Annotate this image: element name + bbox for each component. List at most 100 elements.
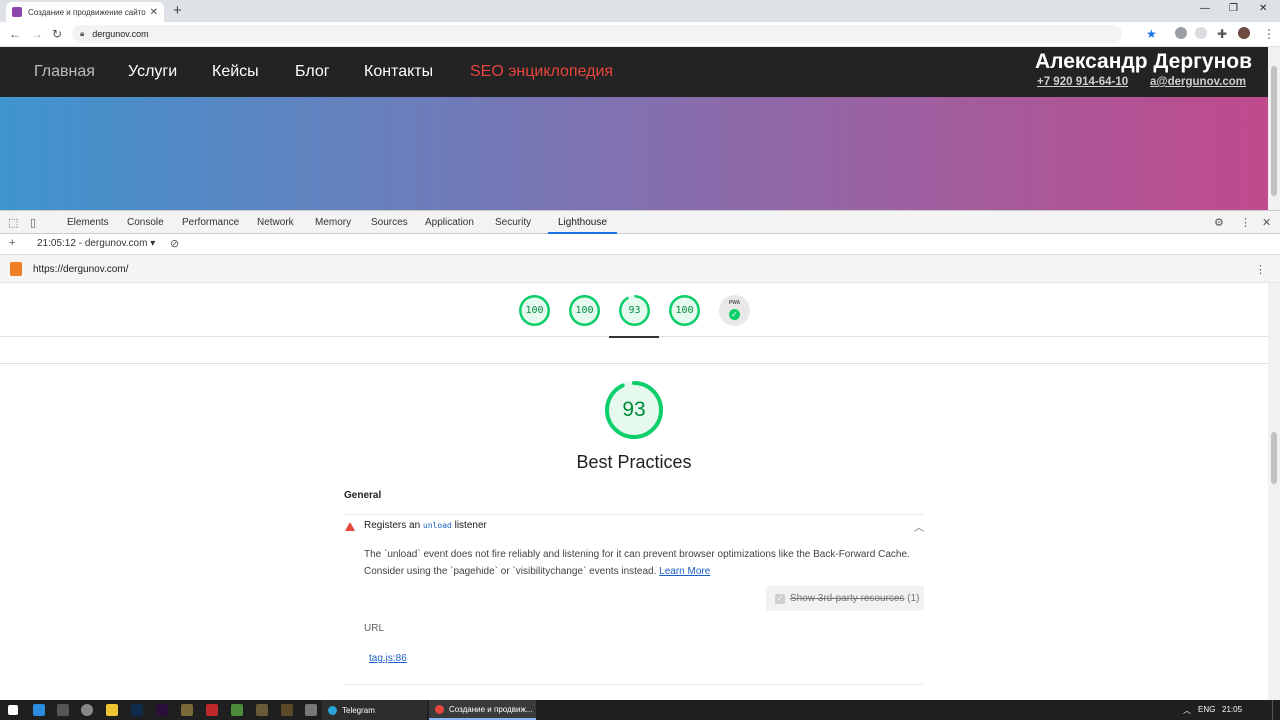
audit-description: The `unload` event does not fire reliabl…	[364, 546, 924, 580]
taskbar-app-chrome[interactable]: Создание и продвиж...	[429, 700, 536, 720]
lighthouse-toolbar: + 21:05:12 - dergunov.com ▾ ⊘	[0, 234, 1280, 255]
score-gauge-accessibility[interactable]: 100	[569, 295, 600, 326]
warning-triangle-icon	[345, 522, 355, 531]
third-party-label: Show 3rd-party resources (1)	[790, 593, 920, 604]
third-party-count: (1)	[907, 593, 920, 604]
vscode-icon[interactable]	[33, 704, 45, 716]
tab-security[interactable]: Security	[495, 217, 531, 228]
audit-title[interactable]: Registers an unload listener	[364, 520, 487, 531]
tab-network[interactable]: Network	[257, 217, 294, 228]
reload-icon[interactable]: ↻	[52, 27, 62, 41]
close-window-button[interactable]: ✕	[1259, 3, 1267, 14]
app-icon[interactable]	[281, 704, 293, 716]
tab-memory[interactable]: Memory	[315, 217, 351, 228]
hero-banner	[0, 97, 1268, 210]
close-tab-icon[interactable]: ✕	[150, 7, 158, 18]
extension-globe-icon[interactable]	[1175, 27, 1187, 39]
new-tab-button[interactable]: +	[173, 2, 182, 20]
tab-application[interactable]: Application	[425, 217, 474, 228]
app-icon[interactable]	[256, 704, 268, 716]
taskbar-app-telegram[interactable]: Telegram	[322, 700, 427, 720]
address-url: dergunov.com	[92, 29, 149, 39]
show-desktop-button[interactable]	[1272, 700, 1280, 720]
pwa-label: PWA	[728, 300, 741, 306]
tab-elements[interactable]: Elements	[67, 217, 109, 228]
language-indicator[interactable]: ENG	[1198, 705, 1215, 714]
inspect-element-icon[interactable]: ⬚	[8, 216, 18, 229]
filezilla-icon[interactable]	[206, 704, 218, 716]
site-favicon-icon	[12, 7, 22, 17]
learn-more-link[interactable]: Learn More	[659, 566, 710, 577]
address-bar[interactable]: 🔒︎ dergunov.com	[72, 25, 1122, 43]
report-scrollbar[interactable]	[1268, 283, 1280, 700]
devtools-menu-icon[interactable]: ⋮	[1240, 216, 1251, 229]
nav-link-contacts[interactable]: Контакты	[364, 63, 433, 81]
score-gauge-seo[interactable]: 100	[669, 295, 700, 326]
third-party-checkbox[interactable]: ✓	[775, 594, 785, 604]
score-gauge-best-practices[interactable]: 93	[619, 295, 650, 326]
close-devtools-icon[interactable]: ✕	[1262, 216, 1271, 229]
nav-link-cases[interactable]: Кейсы	[212, 63, 259, 81]
lighthouse-url-bar: https://dergunov.com/ ⋮	[0, 255, 1280, 283]
photoshop-icon[interactable]	[131, 704, 143, 716]
nav-link-seo-encyclopedia[interactable]: SEO энциклопедия	[470, 63, 613, 81]
group-title: General	[344, 490, 382, 501]
nav-link-blog[interactable]: Блог	[295, 63, 330, 81]
file-explorer-icon[interactable]	[106, 704, 118, 716]
table-url-link[interactable]: tag.js:86	[369, 653, 407, 664]
tab-console[interactable]: Console	[127, 217, 164, 228]
email-link[interactable]: a@dergunov.com	[1150, 76, 1246, 88]
clock[interactable]: 21:05	[1222, 705, 1242, 714]
browser-tab-strip: Создание и продвижение сайтов ✕ + — ❐ ✕	[0, 0, 1280, 22]
audit-description-line1: The `unload` event does not fire reliabl…	[364, 549, 910, 560]
settings-gear-icon[interactable]: ⚙	[1214, 216, 1224, 229]
browser-tab[interactable]: Создание и продвижение сайтов ✕	[6, 2, 164, 22]
app-icon[interactable]	[231, 704, 243, 716]
tab-performance[interactable]: Performance	[182, 217, 239, 228]
bookmark-star-icon[interactable]: ★	[1146, 27, 1157, 41]
audit-title-code: unload	[422, 521, 452, 530]
premiere-icon[interactable]	[156, 704, 168, 716]
browser-menu-icon[interactable]: ⋮	[1263, 27, 1275, 41]
windows-start-icon[interactable]	[8, 705, 18, 715]
site-header: Главная Услуги Кейсы Блог Контакты SEO э…	[0, 47, 1268, 97]
nav-link-services[interactable]: Услуги	[128, 63, 177, 81]
divider	[344, 684, 924, 685]
divider	[0, 363, 1268, 364]
audit-title-suffix: listener	[454, 520, 487, 531]
report-scrollbar-thumb[interactable]	[1271, 432, 1277, 484]
terminal-icon[interactable]	[57, 704, 69, 716]
settings-icon[interactable]	[81, 704, 93, 716]
restore-button[interactable]: ❐	[1229, 3, 1238, 14]
device-toolbar-icon[interactable]: ▯	[30, 216, 36, 229]
score-gauge-performance[interactable]: 100	[519, 295, 550, 326]
audit-title-prefix: Registers an	[364, 520, 421, 531]
app-icon[interactable]	[305, 704, 317, 716]
tab-lighthouse[interactable]: Lighthouse	[558, 217, 607, 228]
forward-icon[interactable]: →	[31, 27, 43, 41]
phone-link[interactable]: +7 920 914-64-10	[1037, 76, 1128, 88]
tray-chevron-icon[interactable]: ︿	[1183, 705, 1191, 716]
extension-v-icon[interactable]	[1195, 27, 1207, 39]
clear-reports-icon[interactable]: ⊘	[170, 237, 179, 250]
minimize-button[interactable]: —	[1200, 3, 1210, 14]
extensions-puzzle-icon[interactable]: ✚	[1217, 27, 1227, 41]
audit-description-line2-wrap: Consider using the `pagehide` or `visibi…	[364, 563, 924, 580]
audit-description-line2: Consider using the `pagehide` or `visibi…	[364, 566, 657, 577]
telegram-icon	[328, 705, 337, 715]
page-scrollbar-thumb[interactable]	[1271, 66, 1277, 196]
lighthouse-report: 100 100 93 100 PWA ✓ 93 Best Practices G…	[0, 283, 1268, 700]
back-icon[interactable]: ←	[9, 27, 21, 41]
report-menu-icon[interactable]: ⋮	[1255, 263, 1266, 276]
chevron-up-icon[interactable]: ︿	[914, 519, 924, 534]
profile-avatar[interactable]	[1238, 27, 1250, 39]
new-report-icon[interactable]: +	[9, 237, 15, 249]
nav-link-home[interactable]: Главная	[34, 63, 95, 81]
taskbar-app-label: Создание и продвиж...	[449, 704, 533, 714]
archive-icon[interactable]	[181, 704, 193, 716]
pwa-badge[interactable]: PWA ✓	[719, 295, 750, 326]
tab-sources[interactable]: Sources	[371, 217, 408, 228]
active-gauge-indicator	[609, 336, 659, 338]
third-party-filter[interactable]: ✓ Show 3rd-party resources (1)	[766, 586, 924, 611]
report-select[interactable]: 21:05:12 - dergunov.com ▾	[37, 238, 155, 249]
